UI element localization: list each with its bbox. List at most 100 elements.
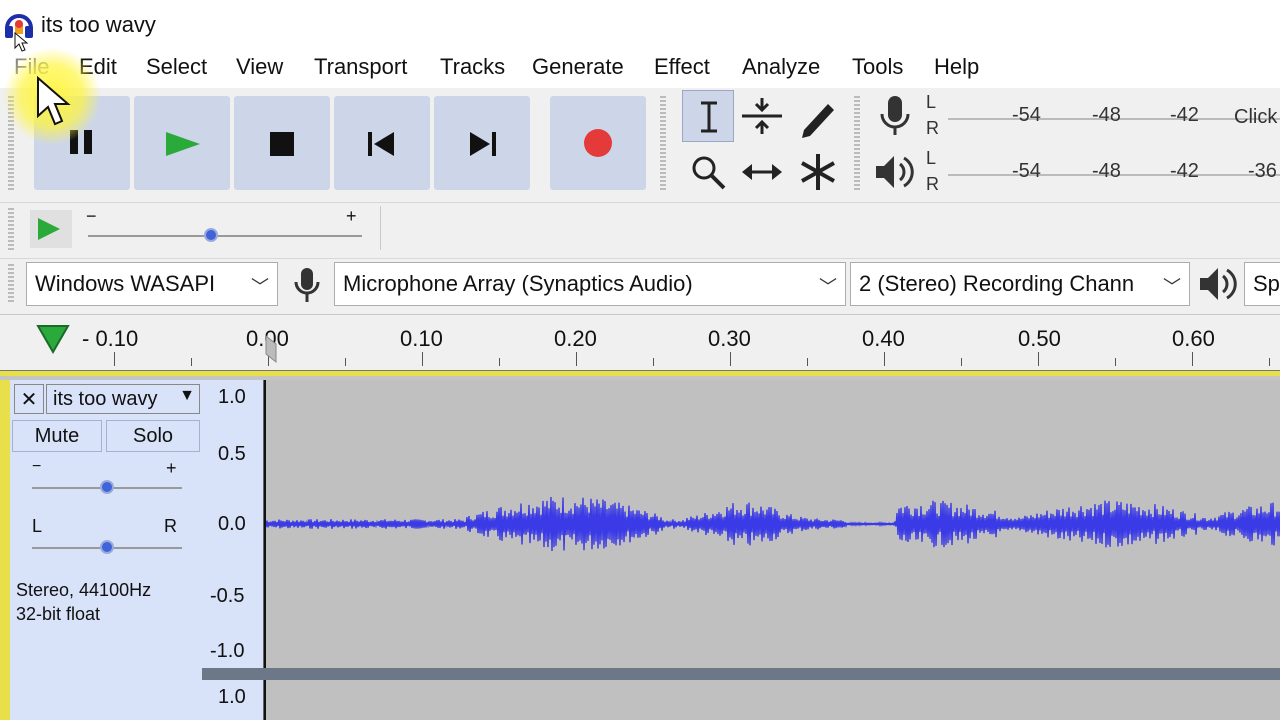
double-arrow-icon xyxy=(742,164,782,180)
playback-meter-tick: -42 xyxy=(1170,160,1199,182)
input-device-value: Microphone Array (Synaptics Audio) xyxy=(343,271,693,296)
zoom-tool[interactable] xyxy=(682,146,734,198)
time-shift-tool[interactable] xyxy=(736,146,788,198)
divider xyxy=(380,206,381,250)
menu-select[interactable]: Select xyxy=(146,54,207,80)
playback-meter-tick: -54 xyxy=(1012,160,1041,182)
menu-view[interactable]: View xyxy=(236,54,283,80)
timeline-tick xyxy=(422,352,423,366)
draw-tool[interactable] xyxy=(792,90,844,142)
timeline-tick xyxy=(1038,352,1039,366)
timeline-tick xyxy=(730,352,731,366)
window-title: its too wavy xyxy=(41,12,156,37)
solo-button[interactable]: Solo xyxy=(106,420,200,452)
track-name-menu[interactable]: its too wavy ▼ xyxy=(46,384,200,414)
waveform-display[interactable] xyxy=(265,680,1280,720)
playback-meter-right-label: R xyxy=(926,174,939,194)
meter-grip[interactable] xyxy=(854,96,860,190)
edit-cursor-line xyxy=(264,380,266,668)
output-device-select[interactable]: Sp xyxy=(1244,262,1280,306)
record-meter-tick: -42 xyxy=(1170,104,1199,126)
play-speed-grip[interactable] xyxy=(8,208,14,250)
close-icon: ✕ xyxy=(20,389,38,411)
skip-to-start-button[interactable] xyxy=(334,96,430,190)
skip-to-end-icon xyxy=(470,132,496,156)
timeline-tick xyxy=(499,358,500,366)
timeline-label: 0.50 xyxy=(1018,326,1061,351)
menu-tools[interactable]: Tools xyxy=(852,54,903,80)
playback-meter-tick: -48 xyxy=(1092,160,1121,182)
speed-slider[interactable] xyxy=(88,235,362,237)
device-grip[interactable] xyxy=(8,264,14,304)
tools-grip[interactable] xyxy=(660,96,666,190)
speed-plus-label: + xyxy=(346,206,357,226)
selection-tool[interactable] xyxy=(682,90,734,142)
stop-icon xyxy=(270,132,294,156)
envelope-icon xyxy=(742,98,782,134)
menu-tracks[interactable]: Tracks xyxy=(440,54,505,80)
timeline-tick xyxy=(653,358,654,366)
multi-tool[interactable] xyxy=(792,146,844,198)
record-meter-click-hint[interactable]: Click xyxy=(1234,106,1277,129)
timeline-label: 0.20 xyxy=(554,326,597,351)
asterisk-icon xyxy=(801,154,835,190)
ruler-label: 1.0 xyxy=(218,386,246,408)
menu-analyze[interactable]: Analyze xyxy=(742,54,820,80)
edit-cursor-line xyxy=(264,680,266,720)
track-sample-format: 32-bit float xyxy=(16,604,101,624)
speaker-icon[interactable] xyxy=(870,148,918,196)
record-icon xyxy=(584,129,612,157)
chevron-down-icon: ﹀ xyxy=(1163,277,1181,297)
timeline-tick xyxy=(1192,352,1193,366)
ruler-label: 0.5 xyxy=(218,443,246,465)
timeline-tick xyxy=(807,358,808,366)
timeline-tick xyxy=(1115,358,1116,366)
mouse-pointer-icon xyxy=(14,31,30,54)
envelope-tool[interactable] xyxy=(736,90,788,142)
timeline-label: 0.60 xyxy=(1172,326,1215,351)
menu-help[interactable]: Help xyxy=(934,54,979,80)
chevron-down-icon: ▼ xyxy=(179,387,195,404)
timeline-ruler[interactable] xyxy=(0,314,1280,370)
menu-effect[interactable]: Effect xyxy=(654,54,710,80)
menu-generate[interactable]: Generate xyxy=(532,54,624,80)
record-meter-tick: -54 xyxy=(1012,104,1041,126)
input-device-select[interactable]: Microphone Array (Synaptics Audio) ﹀ xyxy=(334,262,846,306)
menu-transport[interactable]: Transport xyxy=(314,54,407,80)
track-name: its too wavy xyxy=(53,388,158,410)
microphone-icon[interactable] xyxy=(872,92,918,140)
recording-channels-select[interactable]: 2 (Stereo) Recording Chann ﹀ xyxy=(850,262,1190,306)
pinned-play-head-icon[interactable] xyxy=(34,322,74,356)
record-meter-left-label: L xyxy=(926,92,937,112)
track-separator[interactable] xyxy=(202,668,1280,680)
timeline-tick xyxy=(961,358,962,366)
play-button[interactable] xyxy=(134,96,230,190)
waveform-display[interactable] xyxy=(264,380,1280,668)
play-at-speed-toolbar xyxy=(0,202,1280,258)
microphone-icon xyxy=(290,262,326,306)
mouse-pointer-icon xyxy=(36,75,76,128)
timeline-tick xyxy=(1269,358,1270,366)
audio-host-value: Windows WASAPI xyxy=(35,271,216,296)
record-meter-right-label: R xyxy=(926,118,939,138)
close-track-button[interactable]: ✕ xyxy=(14,384,44,414)
timeline-label: - 0.10 xyxy=(82,326,139,351)
play-at-speed-button[interactable] xyxy=(30,210,72,248)
timeline-tick xyxy=(114,352,115,366)
speaker-icon xyxy=(1196,262,1238,306)
waveform xyxy=(264,496,1280,552)
play-icon xyxy=(166,132,200,156)
record-button[interactable] xyxy=(550,96,646,190)
mute-label: Mute xyxy=(34,425,80,447)
gain-slider-knob[interactable] xyxy=(100,480,114,494)
magnifier-icon xyxy=(692,156,726,190)
skip-to-start-icon xyxy=(368,132,394,156)
i-beam-icon xyxy=(701,101,717,133)
pan-slider-knob[interactable] xyxy=(100,540,114,554)
audio-host-select[interactable]: Windows WASAPI ﹀ xyxy=(26,262,278,306)
playback-meter-tick: -36 xyxy=(1248,160,1277,182)
mute-button[interactable]: Mute xyxy=(12,420,102,452)
skip-to-end-button[interactable] xyxy=(434,96,530,190)
timeline-label: 0.10 xyxy=(400,326,443,351)
stop-button[interactable] xyxy=(234,96,330,190)
